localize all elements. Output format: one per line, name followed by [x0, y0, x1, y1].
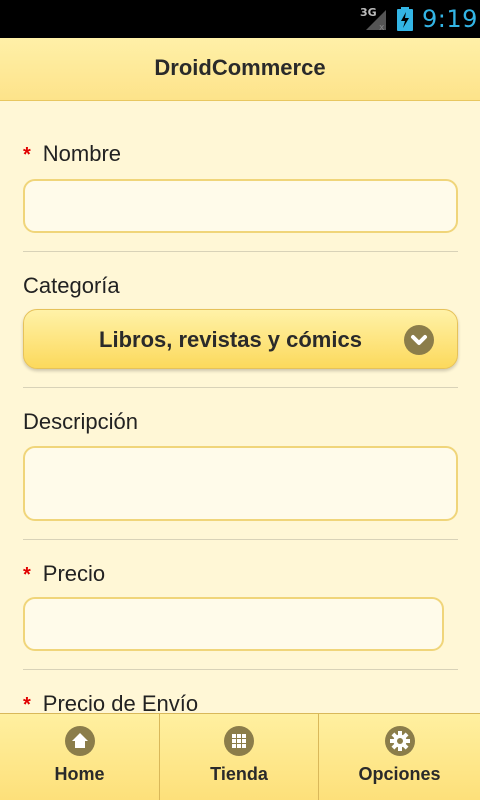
nombre-label-text: Nombre [42, 141, 122, 166]
tab-opciones[interactable]: Opciones [319, 714, 480, 800]
precio-label-text: Precio [42, 561, 106, 586]
divider [23, 387, 458, 388]
network-indicator: 3G x [360, 6, 388, 32]
tab-tienda-label: Tienda [210, 764, 268, 784]
divider [23, 539, 458, 540]
app-header: DroidCommerce [0, 38, 480, 101]
nombre-label: * Nombre [23, 141, 121, 167]
home-icon [64, 726, 95, 756]
gear-icon [384, 726, 415, 756]
precio-label: * Precio [23, 561, 105, 587]
required-marker: * [23, 694, 31, 713]
tab-opciones-label: Opciones [358, 764, 441, 784]
precio-envio-label-text: Precio de Envío [42, 691, 199, 713]
precio-input[interactable] [23, 597, 444, 651]
form-scroll-area[interactable]: * Nombre Categoría Libros, revistas y cóm… [0, 101, 480, 713]
tab-tienda[interactable]: Tienda [160, 714, 319, 800]
categoria-select[interactable]: Libros, revistas y cómics [23, 309, 458, 369]
tab-home[interactable]: Home [0, 714, 160, 800]
svg-text:x: x [379, 23, 385, 32]
status-clock: 9:19 [422, 5, 478, 33]
descripcion-input[interactable] [23, 446, 458, 521]
bottom-tab-bar: Home Tienda Opciones [0, 713, 480, 800]
status-bar: 3G x 9:19 [0, 0, 480, 38]
categoria-label: Categoría [23, 273, 120, 298]
signal-icon: x [366, 10, 386, 32]
grid-icon [224, 726, 254, 756]
required-marker: * [23, 144, 31, 166]
divider [23, 251, 458, 252]
battery-charging-icon [397, 7, 413, 31]
required-marker: * [23, 564, 31, 586]
nombre-input[interactable] [23, 179, 458, 233]
divider [23, 669, 458, 670]
precio-envio-label: * Precio de Envío [23, 691, 198, 713]
tab-home-label: Home [54, 764, 105, 784]
chevron-down-icon [404, 325, 434, 355]
categoria-selected-value: Libros, revistas y cómics [99, 327, 362, 352]
page-title: DroidCommerce [154, 55, 326, 80]
descripcion-label: Descripción [23, 409, 138, 434]
